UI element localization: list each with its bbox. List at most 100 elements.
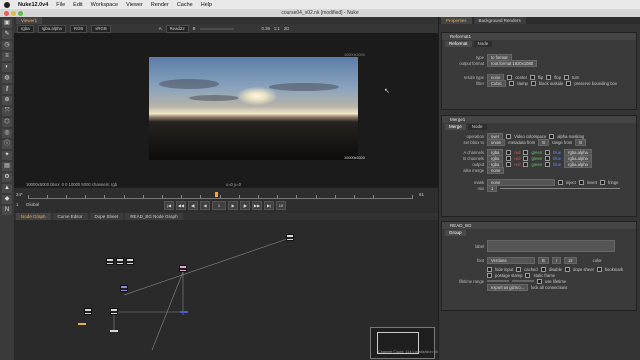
range-dropdown[interactable]: B	[575, 138, 587, 146]
frame-end-field[interactable]: 61	[419, 192, 424, 197]
font-dropdown[interactable]: Verdana	[487, 256, 535, 264]
time-tool-icon[interactable]: ◷	[2, 41, 12, 50]
read-node[interactable]	[126, 258, 134, 265]
out-red-checkbox[interactable]	[506, 161, 512, 167]
frame-start-field[interactable]: 1	[16, 202, 19, 207]
prev-keyframe-icon[interactable]: ◀◀	[176, 201, 186, 210]
viewer-node[interactable]	[110, 330, 118, 332]
other-tool-icon[interactable]: ⚙	[2, 173, 12, 182]
black-outside-checkbox[interactable]	[530, 80, 536, 86]
next-keyframe-icon[interactable]: ▶▶	[252, 201, 262, 210]
menu-viewer[interactable]: Viewer	[126, 2, 143, 8]
current-frame-field[interactable]: 1	[212, 201, 226, 210]
filter-dropdown[interactable]: Cubic	[487, 79, 506, 87]
read-node[interactable]	[106, 258, 114, 265]
b-red-checkbox[interactable]	[506, 155, 512, 161]
tab-read-bg-node-graph[interactable]: READ_BG Node Graph	[125, 213, 183, 220]
zoom-window-icon[interactable]	[18, 10, 23, 16]
menu-workspace[interactable]: Workspace	[91, 2, 118, 8]
play-forward-icon[interactable]: ▶	[228, 201, 238, 210]
nuke-logo-icon[interactable]: N	[2, 206, 12, 215]
particles-tool-icon[interactable]: ✦	[2, 151, 12, 160]
bbox-dropdown[interactable]: union	[487, 138, 506, 146]
flip-checkbox[interactable]	[529, 74, 535, 80]
cached-checkbox[interactable]	[516, 266, 522, 272]
tab-dope-sheet[interactable]: Dope Sheet	[89, 213, 124, 220]
app-menu[interactable]: Nuke12.0v4	[18, 2, 48, 8]
out-alpha-dropdown[interactable]: rgba.alpha	[564, 160, 592, 168]
b-green-checkbox[interactable]	[523, 155, 529, 161]
node-graph-minimap[interactable]	[370, 327, 435, 359]
tab-background-renders[interactable]: Background Renders	[473, 17, 526, 24]
output-format-dropdown[interactable]: root.format 1920x1080	[487, 59, 538, 67]
merge-node[interactable]	[110, 308, 118, 315]
invert-checkbox[interactable]	[578, 179, 584, 185]
export-gizmo-button[interactable]: export as gizmo...	[487, 283, 529, 291]
tab-node[interactable]: Node	[473, 41, 493, 47]
mix-field[interactable]: 1	[487, 184, 498, 192]
play-backward-icon[interactable]: ◀	[200, 201, 210, 210]
reformat-node[interactable]	[179, 265, 187, 272]
global-mode[interactable]: Global	[26, 202, 39, 207]
3d-tool-icon[interactable]: ⬡	[2, 118, 12, 127]
input-a-dropdown[interactable]: Read22	[165, 24, 189, 33]
view-mode[interactable]: 2D	[284, 26, 290, 31]
preserve-bbox-checkbox[interactable]	[566, 80, 572, 86]
dot-node[interactable]	[180, 311, 188, 313]
a-red-checkbox[interactable]	[506, 149, 512, 155]
inject-checkbox[interactable]	[558, 179, 563, 185]
zoom-ratio[interactable]: 1:1	[274, 26, 280, 31]
b-blue-checkbox[interactable]	[545, 155, 551, 161]
font-size-field[interactable]: 12	[563, 256, 577, 264]
metadata-dropdown[interactable]: B	[538, 138, 550, 146]
tab-curve-editor[interactable]: Curve Editor	[52, 213, 88, 220]
menu-help[interactable]: Help	[201, 2, 212, 8]
tab-viewer1[interactable]: Viewer1	[16, 17, 43, 24]
tab-node-graph[interactable]: Node Graph	[16, 213, 51, 220]
step-forward-icon[interactable]: |▶	[240, 201, 250, 210]
postage-stamp-checkbox[interactable]	[487, 272, 492, 278]
fringe-checkbox[interactable]	[600, 179, 606, 185]
read-node[interactable]	[116, 258, 124, 265]
channels-dropdown[interactable]: rgba	[17, 24, 34, 33]
draw-tool-icon[interactable]: ✎	[2, 30, 12, 39]
also-merge-dropdown[interactable]: none	[487, 166, 505, 174]
tab-node[interactable]: Node	[467, 124, 487, 130]
playhead[interactable]	[215, 192, 218, 197]
tab-group[interactable]: Group	[445, 230, 466, 236]
flop-checkbox[interactable]	[546, 74, 552, 80]
hide-input-checkbox[interactable]	[487, 266, 492, 272]
keyer-tool-icon[interactable]: ⚷	[2, 85, 12, 94]
menu-edit[interactable]: Edit	[73, 2, 82, 8]
color-tool-icon[interactable]: ◐	[2, 63, 12, 72]
menu-file[interactable]: File	[56, 2, 65, 8]
read-node[interactable]	[84, 308, 92, 315]
close-window-icon[interactable]	[4, 10, 9, 16]
colorspace-a-dropdown[interactable]: RGB	[69, 24, 88, 33]
fps-field[interactable]: 24*	[16, 192, 23, 197]
clamp-checkbox[interactable]	[508, 80, 514, 86]
timeline-ruler[interactable]	[28, 192, 413, 199]
step-size-field[interactable]: 10	[276, 201, 286, 210]
colorspace-b-dropdown[interactable]: sRGB	[91, 24, 111, 33]
tab-merge[interactable]: Merge	[445, 124, 466, 130]
furnace-tool-icon[interactable]: ▲	[2, 184, 12, 193]
mix-slider[interactable]	[500, 187, 621, 189]
out-green-checkbox[interactable]	[523, 161, 529, 167]
backdrop-node[interactable]	[78, 323, 86, 325]
toolsets-tool-icon[interactable]: ▤	[2, 162, 12, 171]
gain-value[interactable]: 0.39	[262, 26, 270, 31]
node-graph[interactable]	[14, 220, 438, 360]
out-blue-checkbox[interactable]	[545, 161, 551, 167]
static-frame-checkbox[interactable]	[525, 272, 531, 278]
tab-reformat[interactable]: Reformat	[445, 41, 472, 47]
channel-tool-icon[interactable]: ≡	[2, 52, 12, 61]
center-checkbox[interactable]	[507, 74, 513, 80]
transform-node[interactable]	[120, 285, 128, 292]
minimize-window-icon[interactable]	[11, 10, 16, 16]
filter-tool-icon[interactable]: ◍	[2, 74, 12, 83]
first-frame-icon[interactable]: |◀	[164, 201, 174, 210]
metadata-tool-icon[interactable]: ⓘ	[2, 140, 12, 149]
a-blue-checkbox[interactable]	[545, 149, 551, 155]
input-b-dropdown[interactable]	[199, 27, 234, 30]
